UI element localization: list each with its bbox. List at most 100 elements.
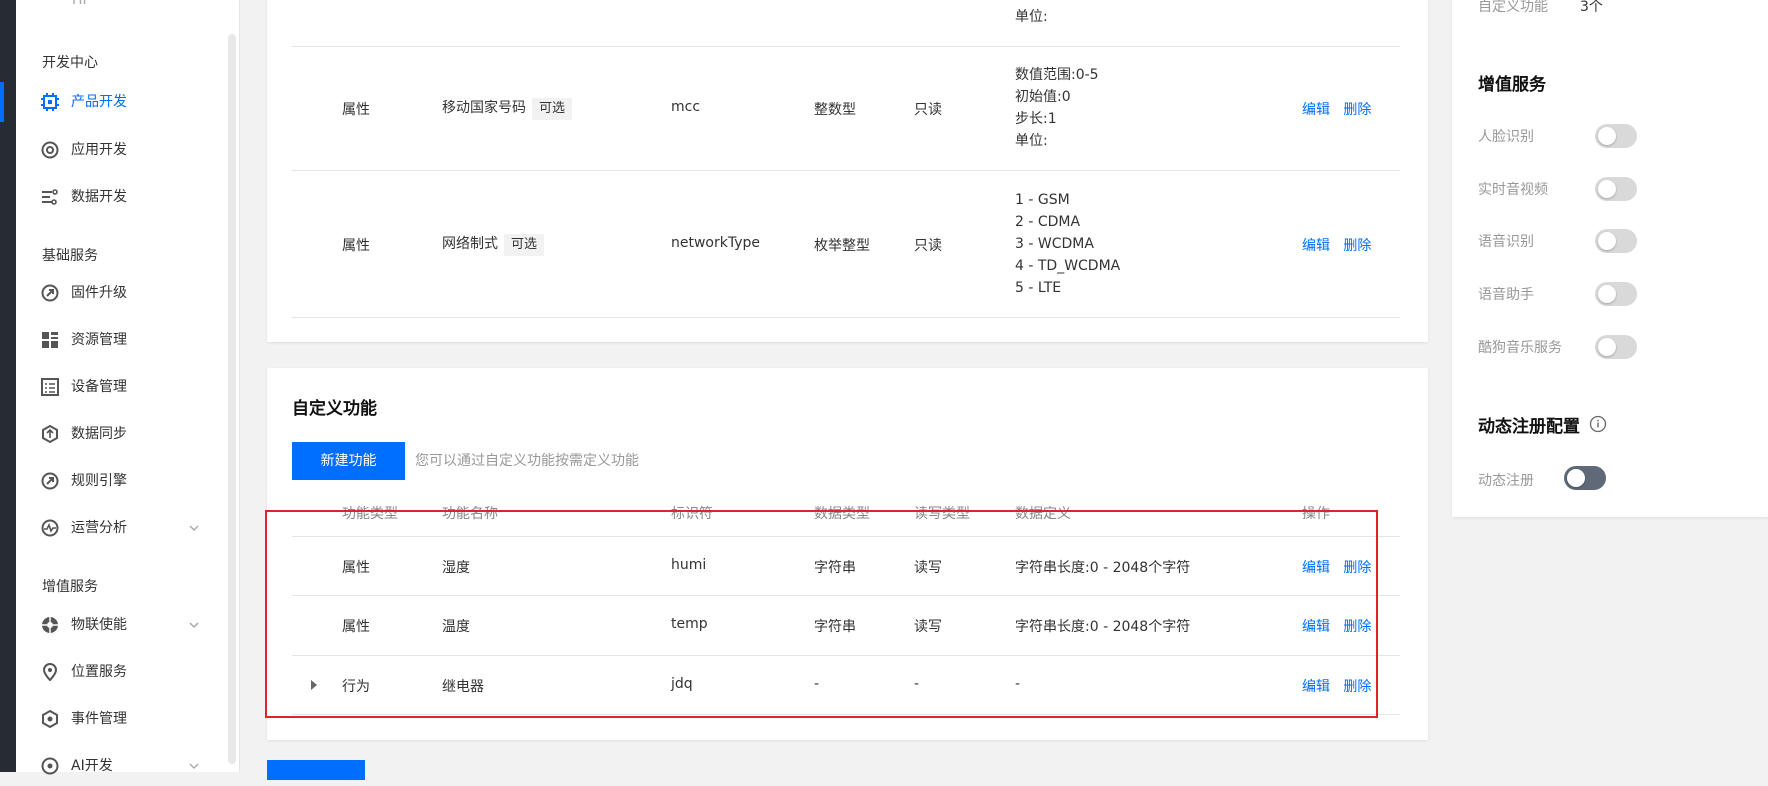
expand-row-icon[interactable]: [311, 680, 317, 690]
rw-type: -: [914, 676, 920, 692]
dynamic-registration-label: 动态注册: [1478, 473, 1534, 489]
function-name: 网络制式 可选: [442, 233, 545, 256]
chip-icon: [41, 93, 59, 111]
vas-label-assistant: 语音助手: [1478, 287, 1534, 303]
custom-func-count-value: 3个: [1580, 0, 1603, 15]
sidebar-group-basic-services: 基础服务: [42, 248, 98, 264]
sidebar-item-label: 事件管理: [71, 711, 127, 727]
function-name: 继电器: [442, 679, 484, 695]
voice-assistant-toggle[interactable]: [1595, 282, 1637, 306]
row-actions: 编辑 删除: [1302, 616, 1371, 636]
custom-functions-title: 自定义功能: [292, 399, 377, 419]
new-function-button[interactable]: 新建功能: [292, 442, 405, 480]
sidebar-item-data-sync[interactable]: 数据同步: [16, 414, 226, 454]
sidebar-item-app-dev[interactable]: 应用开发: [16, 130, 226, 170]
sidebar-group-vas: 增值服务: [42, 579, 98, 595]
delete-link[interactable]: 删除: [1343, 102, 1371, 118]
location-pin-icon: [42, 663, 58, 682]
sidebar-item-devices[interactable]: 设备管理: [16, 367, 226, 407]
speech-recognition-toggle[interactable]: [1595, 229, 1637, 253]
delete-link[interactable]: 删除: [1343, 560, 1371, 576]
edit-link[interactable]: 编辑: [1302, 102, 1330, 118]
header-name: 功能名称: [442, 506, 498, 522]
vas-label-rtav: 实时音视频: [1478, 182, 1548, 198]
sidebar-item-label: 固件升级: [71, 285, 127, 301]
data-type: 枚举整型: [814, 238, 870, 254]
rw-type: 读写: [914, 619, 942, 635]
vas-label-face: 人脸识别: [1478, 129, 1534, 145]
analytics-icon: [41, 519, 59, 537]
header-definition: 数据定义: [1015, 506, 1071, 522]
delete-link[interactable]: 删除: [1343, 238, 1371, 254]
function-type: 行为: [342, 679, 370, 695]
identifier: networkType: [671, 235, 761, 251]
sidebar-item-label: 位置服务: [71, 664, 127, 680]
definition-line: 5 - LTE: [1015, 280, 1062, 296]
row-actions: 编辑 删除: [1302, 235, 1371, 255]
sidebar-item-firmware[interactable]: 固件升级: [16, 273, 226, 313]
bottom-action-button[interactable]: [267, 760, 365, 780]
table-row: 属性 温度 temp 字符串 读写 字符串长度:0 - 2048个字符 编辑 删…: [292, 596, 1400, 656]
rw-type: 只读: [914, 238, 942, 254]
data-flow-icon: [42, 189, 58, 205]
info-icon[interactable]: [1589, 415, 1607, 433]
rule-engine-icon: [41, 472, 59, 490]
definition-line: 数值范围:0-5: [1015, 67, 1099, 83]
sidebar-item-label: 物联使能: [71, 617, 127, 633]
definition-line: 步长:1: [1015, 111, 1057, 127]
header-ops: 操作: [1302, 506, 1330, 522]
header-type: 功能类型: [342, 506, 398, 522]
edit-link[interactable]: 编辑: [1302, 679, 1330, 695]
definition-line: 初始值:0: [1015, 89, 1071, 105]
table-row: 属性 湿度 humi 字符串 读写 字符串长度:0 - 2048个字符 编辑 删…: [292, 537, 1400, 596]
sidebar-item-label: 产品开发: [71, 94, 127, 110]
custom-func-count-label: 自定义功能: [1478, 0, 1548, 15]
header-identifier: 标识符: [671, 506, 713, 522]
kugou-music-toggle[interactable]: [1595, 335, 1637, 359]
edit-link[interactable]: 编辑: [1302, 238, 1330, 254]
identifier: mcc: [671, 99, 701, 115]
function-type: 属性: [342, 560, 370, 576]
sidebar-item-label: AI开发: [71, 758, 113, 774]
function-name: 温度: [442, 619, 470, 635]
function-type: 属性: [342, 102, 370, 118]
dynamic-registration-toggle[interactable]: [1564, 466, 1606, 490]
resources-grid-icon: [42, 332, 58, 348]
function-type: 属性: [342, 238, 370, 254]
sidebar-item-ai-dev[interactable]: AI开发: [16, 746, 226, 786]
rtav-toggle[interactable]: [1595, 177, 1637, 201]
row-actions: 编辑 删除: [1302, 676, 1371, 696]
identifier: jdq: [671, 676, 693, 692]
sidebar-scrollbar[interactable]: [228, 34, 236, 764]
delete-link[interactable]: 删除: [1343, 679, 1371, 695]
custom-functions-hint: 您可以通过自定义功能按需定义功能: [415, 453, 639, 469]
edit-link[interactable]: 编辑: [1302, 560, 1330, 576]
vas-title: 增值服务: [1478, 75, 1546, 95]
vas-label-kugou: 酷狗音乐服务: [1478, 340, 1562, 356]
function-name: 移动国家号码 可选: [442, 97, 573, 120]
sidebar-item-iot-enable[interactable]: 物联使能: [16, 605, 226, 645]
data-type: 字符串: [814, 560, 856, 576]
delete-link[interactable]: 删除: [1343, 619, 1371, 635]
identifier: temp: [671, 616, 708, 632]
sidebar-item-events[interactable]: 事件管理: [16, 699, 226, 739]
data-definition: 字符串长度:0 - 2048个字符: [1015, 619, 1191, 635]
sidebar-item-location[interactable]: 位置服务: [16, 652, 226, 692]
sidebar-item-rule-engine[interactable]: 规则引擎: [16, 461, 226, 501]
data-type: -: [814, 676, 820, 692]
table-row: 属性 网络制式 可选 networkType 枚举整型 只读 1 - GSM 2 …: [292, 171, 1400, 318]
header-data-type: 数据类型: [814, 506, 870, 522]
row-actions: 编辑 删除: [1302, 557, 1371, 577]
identifier: humi: [671, 557, 707, 573]
edit-link[interactable]: 编辑: [1302, 619, 1330, 635]
dynamic-registration-title: 动态注册配置: [1478, 417, 1580, 437]
table-row: 行为 继电器 jdq - - - 编辑 删除: [292, 656, 1400, 715]
sidebar-item-label: 数据同步: [71, 426, 127, 442]
face-recognition-toggle[interactable]: [1595, 124, 1637, 148]
sidebar-item-data-dev[interactable]: 数据开发: [16, 177, 226, 217]
sidebar: HP 开发中心 产品开发 应用开发 数据开发 基础服务 固件升级 资源管理 设备…: [0, 0, 240, 775]
sidebar-item-resources[interactable]: 资源管理: [16, 320, 226, 360]
sidebar-item-product-dev[interactable]: 产品开发: [0, 82, 226, 122]
sidebar-item-ops-analytics[interactable]: 运营分析: [16, 508, 226, 548]
sidebar-top-item-label: HP: [72, 0, 91, 8]
